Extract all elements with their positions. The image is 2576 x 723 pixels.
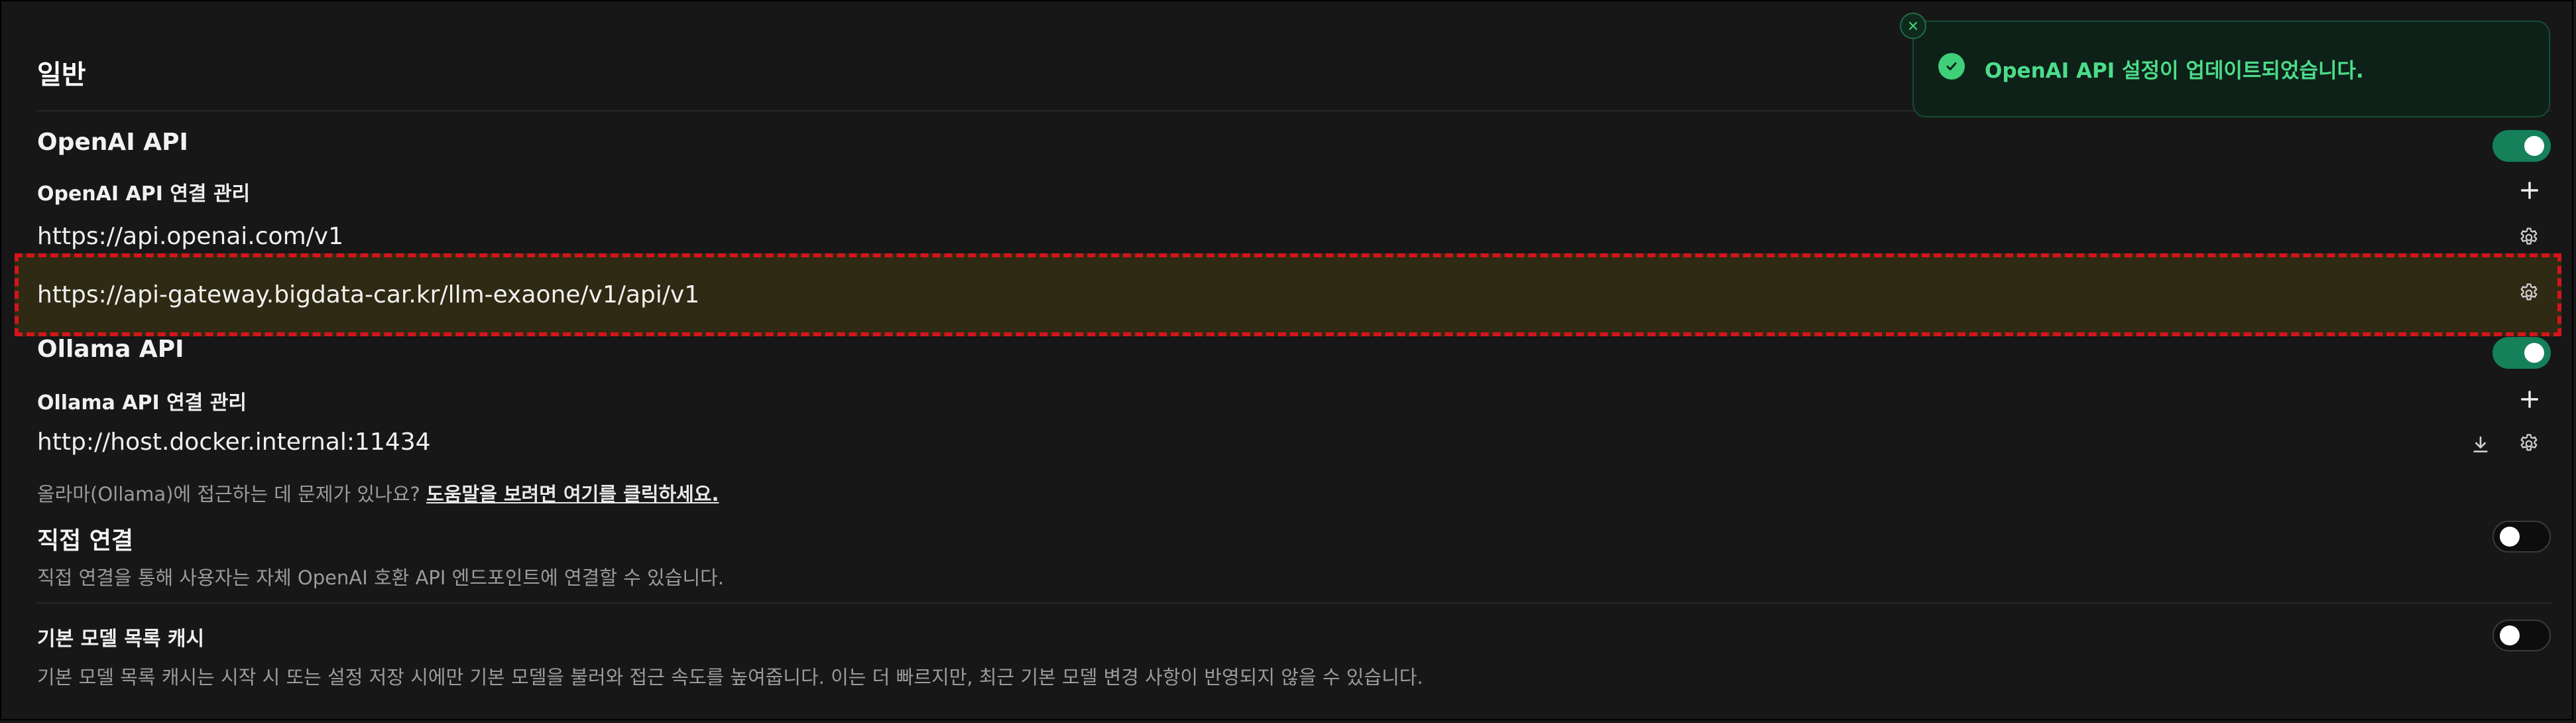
add-openai-connection-button[interactable] xyxy=(2514,174,2546,206)
add-ollama-connection-button[interactable] xyxy=(2514,383,2546,415)
ollama-api-label: Ollama API xyxy=(37,336,184,363)
openai-api-toggle[interactable] xyxy=(2492,130,2551,162)
page-title: 일반 xyxy=(37,60,86,90)
toggle-knob xyxy=(2524,136,2544,156)
openai-api-label: OpenAI API xyxy=(37,129,188,156)
openai-connection-settings-button[interactable] xyxy=(2513,277,2545,309)
toggle-knob xyxy=(2500,527,2520,547)
ollama-connection-settings-button[interactable] xyxy=(2513,428,2545,460)
model-cache-description: 기본 모델 목록 캐시는 시작 시 또는 설정 저장 시에만 기본 모델을 불러… xyxy=(37,666,1423,689)
openai-connection-url: https://api-gateway.bigdata-car.kr/llm-e… xyxy=(37,281,700,308)
gear-icon xyxy=(2518,282,2540,304)
divider xyxy=(36,602,2552,604)
direct-connection-toggle[interactable] xyxy=(2492,521,2551,553)
ollama-help-text: 올라마(Ollama)에 접근하는 데 문제가 있나요? 도움말을 보려면 여기… xyxy=(37,479,719,507)
ollama-download-button[interactable] xyxy=(2465,428,2496,460)
ollama-manage-label: Ollama API 연결 관리 xyxy=(37,391,247,415)
gear-icon xyxy=(2518,432,2540,455)
gear-icon xyxy=(2518,226,2540,249)
ollama-help-link[interactable]: 도움말을 보려면 여기를 클릭하세요. xyxy=(426,483,719,505)
openai-manage-label: OpenAI API 연결 관리 xyxy=(37,182,251,206)
download-icon xyxy=(2470,434,2491,455)
plus-icon xyxy=(2518,179,2541,202)
openai-connection-settings-button[interactable] xyxy=(2513,222,2545,253)
toast-close-button[interactable] xyxy=(1900,13,1926,39)
openai-connection-url: https://api.openai.com/v1 xyxy=(37,223,343,250)
plus-icon xyxy=(2518,388,2541,411)
close-icon xyxy=(1908,21,1918,31)
model-cache-label: 기본 모델 목록 캐시 xyxy=(37,627,205,651)
check-icon xyxy=(1946,62,1957,70)
direct-connection-label: 직접 연결 xyxy=(37,527,134,555)
toast-message: OpenAI API 설정이 업데이트되었습니다. xyxy=(1985,59,2364,83)
ollama-api-toggle[interactable] xyxy=(2492,337,2551,369)
toggle-knob xyxy=(2500,625,2520,645)
ollama-connection-url: http://host.docker.internal:11434 xyxy=(37,428,431,456)
model-cache-toggle[interactable] xyxy=(2492,620,2551,651)
toggle-knob xyxy=(2524,343,2544,363)
check-circle-icon xyxy=(1938,53,1965,80)
direct-connection-description: 직접 연결을 통해 사용자는 자체 OpenAI 호환 API 엔드포인트에 연… xyxy=(37,566,725,589)
ollama-help-question: 올라마(Ollama)에 접근하는 데 문제가 있나요? xyxy=(37,483,420,505)
